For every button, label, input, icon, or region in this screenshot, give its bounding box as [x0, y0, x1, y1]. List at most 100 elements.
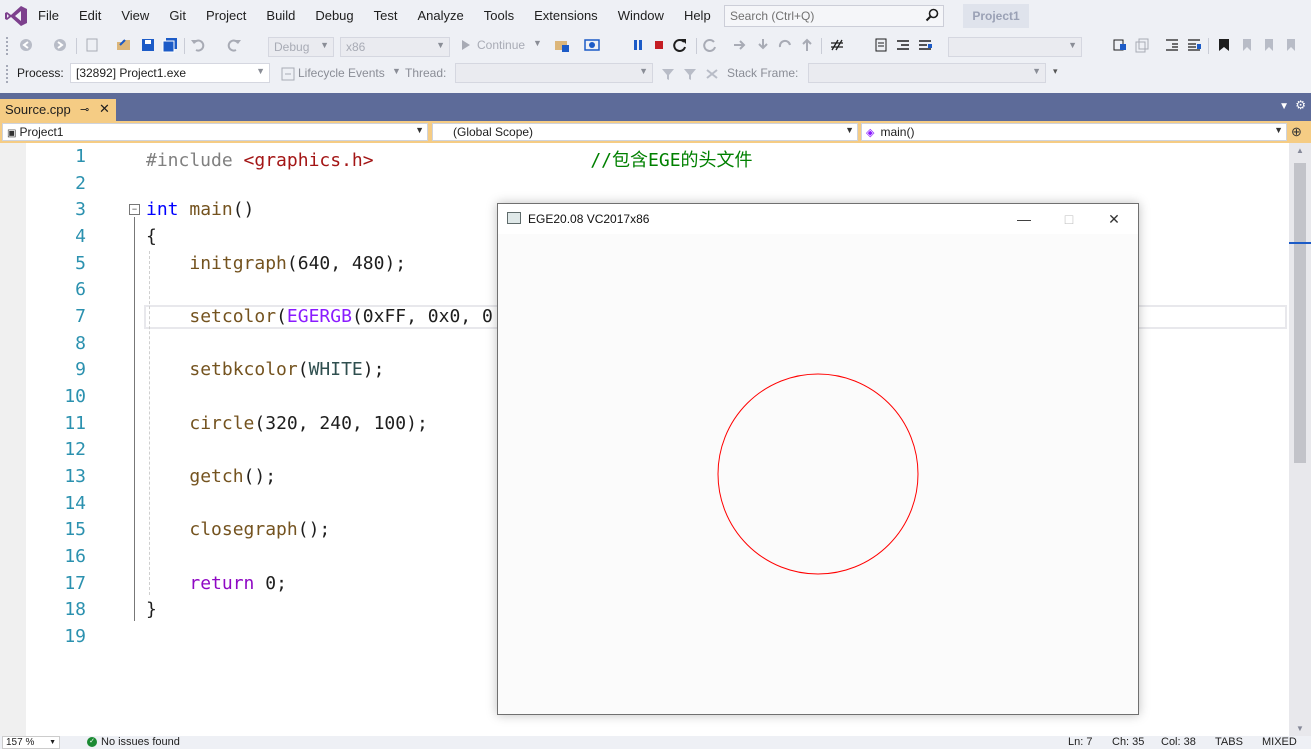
find-in-files-icon[interactable]: [1112, 37, 1128, 53]
gear-icon[interactable]: ⚙: [1295, 98, 1306, 112]
clear-bookmarks-icon[interactable]: [1282, 37, 1298, 53]
back-icon[interactable]: [18, 37, 34, 53]
menu-build[interactable]: Build: [256, 0, 305, 32]
close-button[interactable]: ✕: [1092, 208, 1136, 230]
bookmark-list-icon[interactable]: [873, 37, 889, 53]
open-file-icon[interactable]: [116, 37, 132, 53]
char-indicator[interactable]: Ch: 35: [1112, 736, 1144, 749]
window-titlebar[interactable]: EGE20.08 VC2017x86 — □ ✕: [498, 204, 1138, 234]
chevron-down-icon[interactable]: ▼: [533, 38, 542, 48]
solution-configuration-dropdown[interactable]: ▼: [948, 37, 1082, 57]
line-number: 6: [75, 279, 86, 300]
menu-window[interactable]: Window: [608, 0, 674, 32]
toolbar-grip[interactable]: [6, 65, 10, 83]
menu-tools[interactable]: Tools: [474, 0, 524, 32]
line-ending-indicator[interactable]: MIXED: [1262, 736, 1297, 749]
lifecycle-events-button[interactable]: Lifecycle Events: [298, 66, 385, 80]
redo-icon[interactable]: [226, 37, 242, 53]
stack-frame-dropdown[interactable]: ▼: [808, 63, 1046, 83]
new-project-icon[interactable]: [84, 37, 100, 53]
tab-list-dropdown-icon[interactable]: ▼: [1279, 101, 1289, 112]
continue-icon[interactable]: [458, 37, 474, 53]
step-into-icon[interactable]: [755, 37, 771, 53]
hex-display-icon[interactable]: [829, 37, 845, 53]
menu-edit[interactable]: Edit: [69, 0, 111, 32]
process-explorer-icon[interactable]: [554, 37, 570, 53]
step-over-icon[interactable]: [777, 37, 793, 53]
comment-lines-icon[interactable]: [895, 37, 911, 53]
hot-reload-icon[interactable]: [702, 37, 718, 53]
issues-indicator[interactable]: ✓ No issues found: [87, 736, 180, 749]
member-dropdown[interactable]: ◈ main() ▼: [861, 123, 1287, 141]
menu-view[interactable]: View: [111, 0, 159, 32]
minimize-button[interactable]: —: [1002, 208, 1046, 230]
platform-dropdown[interactable]: x86 ▼: [340, 37, 450, 57]
graphics-canvas[interactable]: [498, 234, 1138, 714]
menu-file[interactable]: File: [28, 0, 69, 32]
decrease-indent-icon[interactable]: [1164, 37, 1180, 53]
forward-icon[interactable]: [52, 37, 68, 53]
process-dropdown[interactable]: [32892] Project1.exe ▼: [70, 63, 270, 83]
show-next-statement-icon[interactable]: [732, 37, 748, 53]
glyph-margin[interactable]: [0, 143, 26, 736]
project-value: Project1: [19, 125, 64, 139]
tabs-indicator[interactable]: TABS: [1215, 736, 1243, 749]
editor-status-bar: 157 % ▼ ✓ No issues found Ln: 7 Ch: 35 Col…: [0, 736, 1311, 749]
save-all-icon[interactable]: [162, 37, 178, 53]
separator: [184, 38, 185, 54]
menu-project[interactable]: Project: [196, 0, 256, 32]
menu-analyze[interactable]: Analyze: [407, 0, 473, 32]
collapse-region-icon[interactable]: −: [129, 204, 140, 215]
column-indicator[interactable]: Col: 38: [1161, 736, 1196, 749]
break-all-icon[interactable]: [630, 37, 646, 53]
uncomment-lines-icon[interactable]: [917, 37, 933, 53]
thread-dropdown[interactable]: ▼: [455, 63, 653, 83]
stop-debugging-icon[interactable]: [651, 37, 667, 53]
increase-indent-icon[interactable]: [1186, 37, 1202, 53]
step-out-icon[interactable]: [799, 37, 815, 53]
undo-icon[interactable]: [190, 37, 206, 53]
menu-help[interactable]: Help: [674, 0, 721, 32]
scope-dropdown[interactable]: (Global Scope) ▼: [432, 123, 858, 141]
project-icon: ▣: [7, 128, 17, 139]
filter-icon[interactable]: [660, 66, 676, 82]
chevron-down-icon[interactable]: ▼: [392, 66, 401, 76]
show-threads-icon[interactable]: [704, 66, 720, 82]
menu-extensions[interactable]: Extensions: [524, 0, 608, 32]
pin-icon[interactable]: ⊸: [80, 103, 89, 116]
lifecycle-events-icon[interactable]: [280, 66, 296, 82]
line-number: 7: [75, 306, 86, 327]
close-tab-icon[interactable]: ✕: [99, 101, 110, 117]
scroll-up-icon[interactable]: ▲: [1296, 146, 1304, 155]
configuration-dropdown[interactable]: Debug ▼: [268, 37, 334, 57]
tab-source-cpp[interactable]: Source.cpp ⊸ ✕: [0, 99, 116, 121]
next-bookmark-icon[interactable]: [1260, 37, 1276, 53]
vertical-scrollbar[interactable]: ▲ ▼: [1289, 143, 1311, 736]
zoom-dropdown[interactable]: 157 % ▼: [2, 736, 60, 749]
previous-bookmark-icon[interactable]: [1238, 37, 1254, 53]
project-dropdown[interactable]: ▣ Project1 ▼: [2, 123, 428, 141]
copy-icon[interactable]: [1134, 37, 1150, 53]
restart-icon[interactable]: [672, 37, 688, 53]
menu-test[interactable]: Test: [364, 0, 408, 32]
token-keyword: return: [189, 573, 255, 594]
bookmark-icon[interactable]: [1216, 37, 1232, 53]
menu-git[interactable]: Git: [159, 0, 196, 32]
toolbar-overflow-icon[interactable]: ▾: [1053, 66, 1058, 77]
toolbar-grip[interactable]: [6, 37, 10, 55]
standard-toolbar: Debug ▼ x86 ▼ Continue ▼ ▼: [0, 32, 1311, 60]
split-editor-icon[interactable]: ⊕: [1291, 124, 1302, 140]
save-icon[interactable]: [140, 37, 156, 53]
ege-graphics-window[interactable]: EGE20.08 VC2017x86 — □ ✕: [497, 203, 1139, 715]
menu-debug[interactable]: Debug: [305, 0, 363, 32]
scrollbar-thumb[interactable]: [1294, 163, 1306, 463]
flag-threads-icon[interactable]: [682, 66, 698, 82]
token-comment: //包含EGE的头文件: [590, 150, 753, 171]
scroll-down-icon[interactable]: ▼: [1296, 724, 1304, 733]
continue-button[interactable]: Continue: [477, 38, 525, 52]
maximize-button[interactable]: □: [1047, 208, 1091, 230]
line-indicator[interactable]: Ln: 7: [1068, 736, 1092, 749]
search-input[interactable]: Search (Ctrl+Q): [724, 5, 944, 27]
screenshot-icon[interactable]: [584, 37, 600, 53]
project-badge[interactable]: Project1: [963, 4, 1029, 28]
